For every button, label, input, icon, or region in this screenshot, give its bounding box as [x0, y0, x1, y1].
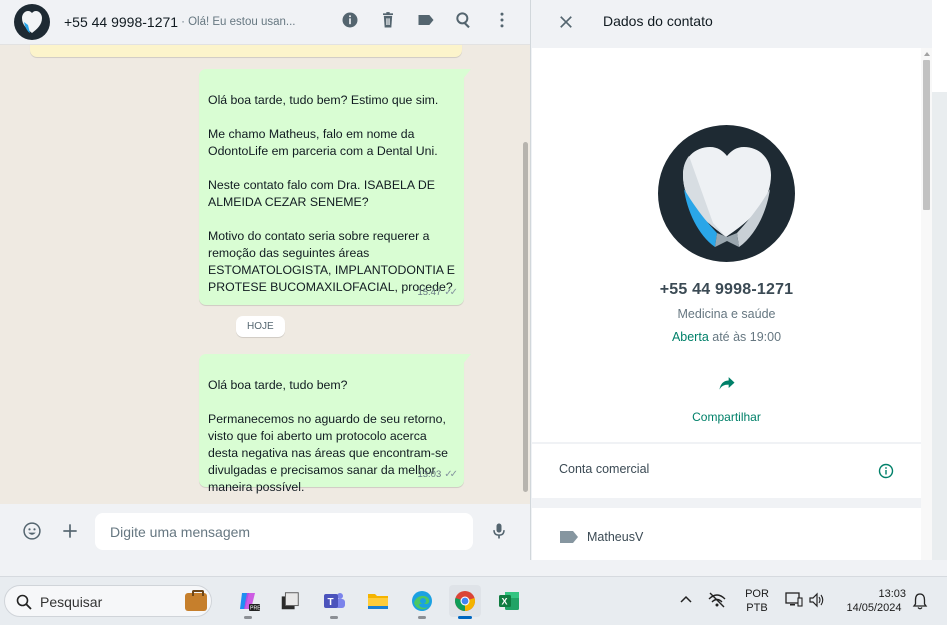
- edge-icon[interactable]: [406, 585, 438, 619]
- hours-text: até às 19:00: [708, 330, 782, 344]
- search-placeholder: Pesquisar: [40, 594, 103, 610]
- notification-bell-icon[interactable]: [912, 592, 928, 615]
- chat-pane: +55 44 9998-1271 · Olá! Eu estou usan...…: [0, 0, 530, 560]
- menu-icon[interactable]: [492, 10, 512, 30]
- open-status: Aberta: [671, 330, 709, 344]
- app-icon[interactable]: [274, 585, 306, 617]
- clock-date: 14/05/2024: [846, 602, 902, 614]
- message-bubble[interactable]: Olá boa tarde, tudo bem? Permanecemos no…: [199, 354, 471, 494]
- composer: [0, 504, 530, 560]
- copilot-icon[interactable]: PRE: [232, 585, 264, 619]
- contact-pane-title: Dados do contato: [603, 13, 713, 29]
- display-icon[interactable]: [785, 592, 803, 613]
- message-meta: 15:47 ✓✓: [417, 284, 458, 301]
- attach-plus-icon[interactable]: [60, 521, 80, 541]
- svg-text:X: X: [502, 597, 508, 607]
- contact-category: Medicina e saúde: [677, 307, 776, 321]
- volume-icon[interactable]: [808, 592, 826, 613]
- window-edge-strip: [932, 92, 947, 560]
- contact-profile-card: +55 44 9998-1271 Medicina e saúde Aberta…: [532, 48, 921, 442]
- business-account-label: Conta comercial: [559, 462, 650, 476]
- label-icon: [559, 530, 579, 544]
- contact-info-pane: Dados do contato +55 44 9998-1271 Medici…: [530, 0, 947, 560]
- svg-text:T: T: [328, 597, 334, 608]
- share-button[interactable]: Compartilhar: [532, 410, 921, 424]
- excel-icon[interactable]: X: [493, 585, 525, 617]
- business-hours: Aberta até às 19:00: [532, 330, 921, 344]
- share-icon[interactable]: [717, 373, 737, 393]
- contact-header: Dados do contato: [531, 0, 947, 44]
- microphone-icon[interactable]: [489, 521, 509, 541]
- message-time: 13:03: [417, 469, 442, 480]
- delete-icon[interactable]: [378, 10, 398, 30]
- keyboard-layout: PTB: [746, 602, 768, 614]
- teams-icon[interactable]: T: [318, 585, 350, 619]
- contact-avatar[interactable]: [658, 125, 795, 262]
- active-indicator: [458, 616, 472, 619]
- chrome-icon[interactable]: [449, 585, 481, 619]
- chat-header[interactable]: +55 44 9998-1271 · Olá! Eu estou usan...: [0, 0, 530, 45]
- search-icon[interactable]: [454, 10, 474, 30]
- message-text: Olá boa tarde, tudo bem? Estimo que sim.…: [208, 93, 455, 294]
- labels-row[interactable]: MatheusV: [532, 508, 921, 560]
- avatar[interactable]: [14, 4, 50, 40]
- file-explorer-icon[interactable]: [362, 585, 394, 617]
- scroll-up-arrow-icon[interactable]: [924, 52, 930, 56]
- date-divider: HOJE: [236, 316, 285, 337]
- briefcase-icon: [185, 590, 207, 611]
- running-indicator: [330, 616, 338, 619]
- scrollbar-thumb[interactable]: [923, 60, 930, 210]
- taskbar: Pesquisar PRE T X POR PTB 13:03 14/05/20…: [0, 576, 947, 625]
- info-icon[interactable]: [340, 10, 360, 30]
- info-icon[interactable]: [878, 463, 894, 479]
- business-account-row[interactable]: Conta comercial: [532, 444, 921, 498]
- chat-scrollbar[interactable]: [523, 142, 528, 492]
- message-meta: 13:03 ✓✓: [417, 466, 458, 483]
- message-input[interactable]: [95, 513, 473, 550]
- running-indicator: [418, 616, 426, 619]
- message-time: 15:47: [417, 287, 442, 298]
- message-bubble[interactable]: Olá boa tarde, tudo bem? Estimo que sim.…: [199, 69, 471, 305]
- read-ticks-icon: ✓✓: [444, 469, 458, 480]
- contact-phone: +55 44 9998-1271: [659, 281, 794, 298]
- label-name: MatheusV: [587, 530, 644, 544]
- message-text: Olá boa tarde, tudo bem? Permanecemos no…: [208, 378, 448, 494]
- read-ticks-icon: ✓✓: [444, 287, 458, 298]
- running-indicator: [244, 616, 252, 619]
- emoji-icon[interactable]: [22, 521, 42, 541]
- chat-title[interactable]: +55 44 9998-1271: [64, 14, 178, 30]
- message-list[interactable]: Olá boa tarde, tudo bem? Estimo que sim.…: [0, 45, 522, 503]
- taskbar-search[interactable]: Pesquisar: [4, 585, 212, 617]
- chevron-up-icon[interactable]: [679, 593, 693, 612]
- label-icon[interactable]: [416, 10, 436, 30]
- search-icon: [15, 593, 33, 611]
- previous-message-edge: [30, 45, 462, 57]
- clock-time: 13:03: [878, 588, 906, 600]
- language-code: POR: [745, 588, 769, 600]
- window-bottom-strip: [0, 560, 947, 576]
- svg-text:PRE: PRE: [250, 606, 260, 612]
- close-icon[interactable]: [556, 12, 576, 32]
- input-language[interactable]: POR PTB: [742, 587, 772, 615]
- clock[interactable]: 13:03 14/05/2024: [836, 587, 912, 615]
- network-disconnected-icon[interactable]: [707, 591, 727, 614]
- chat-subtitle: · Olá! Eu estou usan...: [181, 16, 296, 28]
